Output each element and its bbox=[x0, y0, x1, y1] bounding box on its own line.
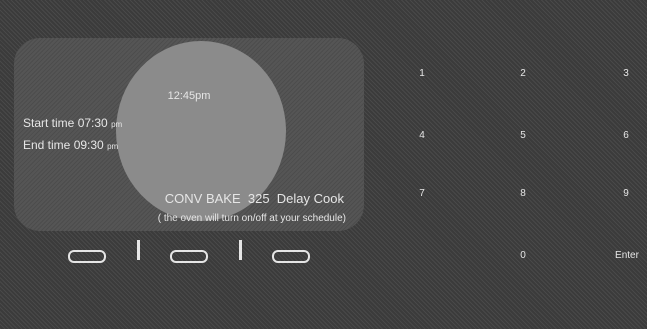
key-3[interactable]: 3 bbox=[606, 68, 646, 79]
key-0[interactable]: 0 bbox=[503, 250, 543, 261]
key-5[interactable]: 5 bbox=[503, 130, 543, 141]
end-time-ampm: pm bbox=[107, 142, 119, 151]
key-2[interactable]: 2 bbox=[503, 68, 543, 79]
key-6[interactable]: 6 bbox=[606, 130, 646, 141]
key-7[interactable]: 7 bbox=[402, 188, 442, 199]
start-time-label: Start time bbox=[23, 116, 75, 130]
clock-time: 12:45pm bbox=[167, 90, 211, 102]
oven-display: 12:45pm Start time 07:30 pm End time 09:… bbox=[14, 38, 364, 231]
start-time-value: 07:30 bbox=[77, 116, 108, 130]
end-time-value: 09:30 bbox=[73, 138, 104, 152]
cook-mode: CONV BAKE 325 Delay Cook bbox=[164, 191, 344, 206]
end-time-label: End time bbox=[23, 138, 71, 152]
enter-key[interactable]: Enter bbox=[607, 250, 647, 261]
end-time-row: End time 09:30 pm bbox=[23, 138, 118, 152]
key-8[interactable]: 8 bbox=[503, 188, 543, 199]
start-time-ampm: pm bbox=[111, 120, 123, 129]
key-4[interactable]: 4 bbox=[402, 130, 442, 141]
key-9[interactable]: 9 bbox=[606, 188, 646, 199]
start-time-row: Start time 07:30 pm bbox=[23, 116, 122, 130]
schedule-note: ( the oven will turn on/off at your sche… bbox=[157, 213, 346, 224]
separator-1 bbox=[137, 240, 140, 260]
soft-button-1[interactable] bbox=[68, 250, 106, 263]
separator-2 bbox=[239, 240, 242, 260]
soft-button-3[interactable] bbox=[272, 250, 310, 263]
key-1[interactable]: 1 bbox=[402, 68, 442, 79]
soft-button-2[interactable] bbox=[170, 250, 208, 263]
